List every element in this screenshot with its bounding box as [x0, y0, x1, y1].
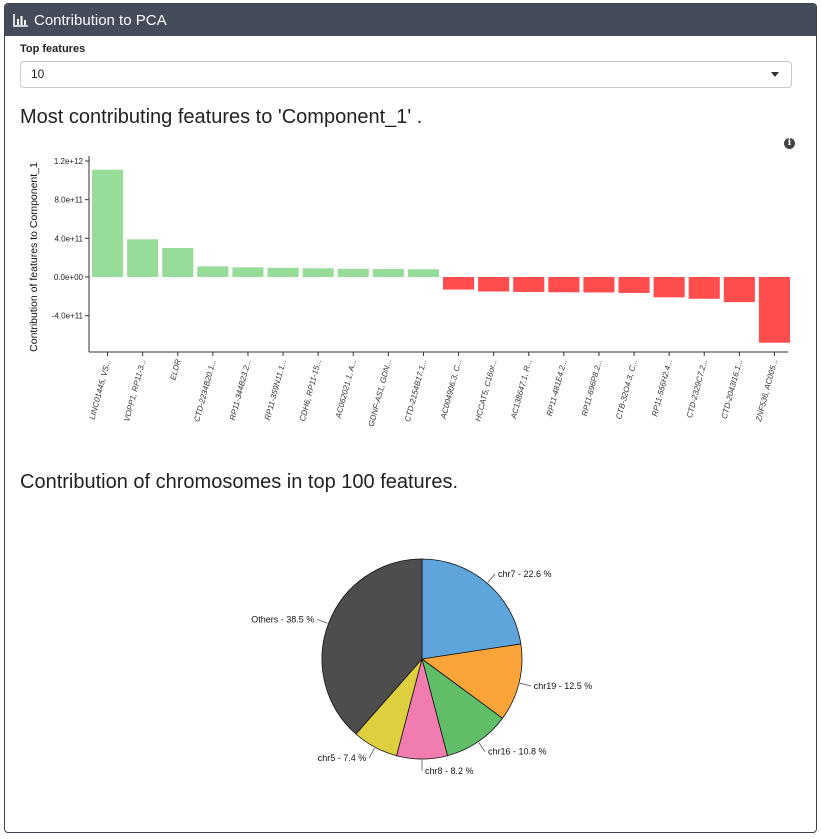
y-tick-label: -4.0e+11: [52, 312, 84, 321]
x-tick-label: RP11-359N11.1...: [263, 358, 288, 421]
x-tick-label: AC004906.3, C...: [439, 358, 464, 421]
bar[interactable]: [443, 277, 475, 290]
bar[interactable]: [162, 248, 194, 277]
x-tick-label: HCCAT5, C16or...: [473, 358, 498, 422]
y-tick-label: 8.0e+11: [54, 196, 83, 205]
bar[interactable]: [372, 268, 404, 277]
bar[interactable]: [302, 268, 334, 277]
x-tick-label: GDNF-AS1, GDN...: [367, 358, 394, 427]
x-tick-label: CTD-2154B17.1...: [403, 358, 428, 423]
x-tick-label: RP11-556H2.4...: [650, 358, 674, 417]
bar[interactable]: [267, 267, 299, 277]
bar[interactable]: [758, 277, 790, 343]
bar[interactable]: [337, 268, 369, 277]
x-tick-label: VOPP1, RP11-3...: [122, 358, 147, 422]
bar[interactable]: [92, 169, 124, 277]
bar[interactable]: [618, 277, 650, 293]
y-axis-label: Contribution of features to Component_1: [28, 162, 40, 352]
bar[interactable]: [478, 277, 510, 292]
x-tick-label: CDH6, RP11-15...: [298, 358, 323, 422]
x-tick-label: LINC01445, VS...: [88, 358, 113, 420]
x-tick-label: RP11-344B23.2...: [228, 358, 253, 421]
x-tick-label: CTB-32O4.3, C...: [614, 358, 639, 420]
bar[interactable]: [548, 277, 580, 293]
x-tick-label: RP11-481E4.2...: [545, 358, 569, 417]
x-tick-label: ZNF536, AC005...: [754, 358, 780, 423]
bar[interactable]: [407, 269, 439, 277]
bar[interactable]: [688, 277, 720, 299]
bar[interactable]: [723, 277, 755, 303]
pie-chart-title: Contribution of chromosomes in top 100 f…: [20, 471, 459, 493]
y-tick-label: 0.0e+00: [54, 273, 84, 282]
x-tick-label: CTD-2234B20.1...: [192, 358, 217, 423]
bar[interactable]: [197, 266, 229, 277]
x-tick-label: ELDR: [168, 358, 182, 381]
x-tick-label: AC062021.1, A...: [334, 358, 359, 420]
bar[interactable]: [232, 267, 264, 277]
x-tick-label: RP11-696P8.2...: [580, 358, 604, 417]
x-tick-label: AC138647.1, R...: [509, 358, 534, 421]
bar-chart: 1.2e+12 8.0e+11 4.0e+11 0.0e+00 -4.0e+11 Cont…: [28, 156, 790, 427]
y-tick-label: 4.0e+11: [54, 234, 83, 243]
bar[interactable]: [513, 277, 545, 292]
bar[interactable]: [583, 277, 615, 293]
bar[interactable]: [653, 277, 685, 298]
x-tick-label: CTD-2043I16.1...: [720, 358, 745, 420]
y-tick-label: 1.2e+12: [54, 157, 84, 166]
x-tick-label: CTD-2329C7.2...: [685, 358, 709, 419]
bar[interactable]: [127, 239, 159, 277]
